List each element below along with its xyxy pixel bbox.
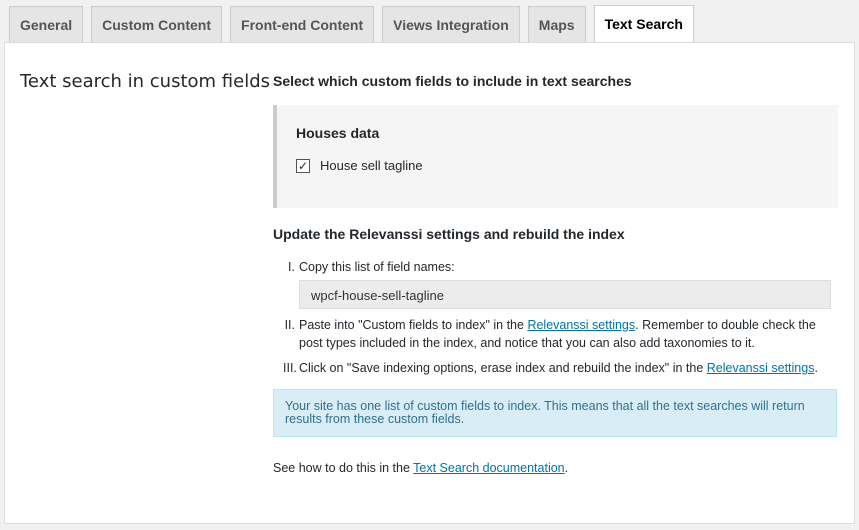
tab-custom-content[interactable]: Custom Content [91, 6, 223, 42]
field-group-title: Houses data [296, 125, 380, 141]
settings-tabs: General Custom Content Front-end Content… [9, 5, 694, 42]
house-sell-tagline-checkbox[interactable]: ✓ [296, 158, 310, 173]
select-fields-heading: Select which custom fields to include in… [273, 73, 632, 89]
text-search-documentation-link[interactable]: Text Search documentation [413, 461, 564, 475]
step-numeral: III. [283, 361, 297, 375]
section-label: Text search in custom fields [20, 71, 270, 92]
relevanssi-settings-link[interactable]: Relevanssi settings [707, 361, 815, 375]
step-text-after: . [814, 361, 818, 375]
update-heading: Update the Relevanssi settings and rebui… [273, 226, 625, 242]
documentation-note: See how to do this in the Text Search do… [273, 461, 838, 475]
notice-text: Your site has one list of custom fields … [285, 399, 805, 426]
field-names-box[interactable]: wpcf-house-sell-tagline [299, 280, 831, 309]
check-icon: ✓ [297, 158, 309, 173]
step-text-before: Paste into "Custom fields to index" in t… [299, 318, 528, 332]
step-1: I. Copy this list of field names: wpcf-h… [288, 258, 838, 309]
field-option-house-sell-tagline[interactable]: ✓ House sell tagline [296, 158, 838, 173]
info-notice: Your site has one list of custom fields … [273, 389, 837, 437]
tab-views-integration[interactable]: Views Integration [382, 6, 520, 42]
step-2: II. Paste into "Custom fields to index" … [285, 316, 838, 352]
step-numeral: II. [284, 318, 295, 332]
field-option-label: House sell tagline [320, 158, 423, 173]
tab-text-search[interactable]: Text Search [593, 5, 694, 42]
relevanssi-settings-link[interactable]: Relevanssi settings [527, 318, 635, 332]
tab-general[interactable]: General [9, 6, 84, 42]
settings-panel: Text search in custom fields Select whic… [4, 42, 855, 524]
section-content: Select which custom fields to include in… [273, 73, 838, 475]
step-numeral: I. [288, 260, 295, 274]
note-text-before: See how to do this in the [273, 461, 414, 475]
step-text-before: Click on "Save indexing options, erase i… [299, 361, 707, 375]
steps-list: I. Copy this list of field names: wpcf-h… [273, 258, 838, 377]
tab-front-end-content[interactable]: Front-end Content [230, 6, 375, 42]
step-3: III. Click on "Save indexing options, er… [283, 359, 838, 377]
step-text: Copy this list of field names: [299, 260, 455, 274]
note-text-after: . [564, 461, 569, 475]
tab-maps[interactable]: Maps [527, 6, 586, 42]
field-group-box: Houses data ✓ House sell tagline [273, 105, 838, 208]
